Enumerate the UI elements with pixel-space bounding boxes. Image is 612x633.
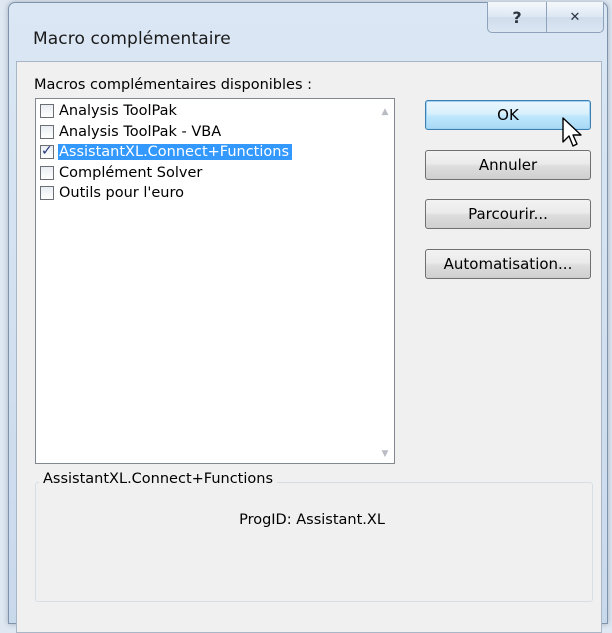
help-button[interactable]: ? [487,2,547,33]
title-bar[interactable]: Macro complémentaire ? ✕ [9,2,607,61]
list-item-label: AssistantXL.Connect+Functions [58,144,293,161]
close-icon: ✕ [569,9,581,25]
list-item-label: Analysis ToolPak [59,103,177,120]
addins-listbox[interactable]: Analysis ToolPak Analysis ToolPak - VBA ✓ A… [35,98,395,464]
list-item-label: Analysis ToolPak - VBA [59,123,222,140]
checkmark-icon: ✓ [41,143,53,160]
vertical-scrollbar[interactable]: ▲ ▼ [376,99,394,463]
dialog-client-area: Macros complémentaires disponibles : Ana… [16,61,602,633]
list-item-label: Outils pour l'euro [59,185,184,202]
browse-button[interactable]: Parcourir... [425,199,591,229]
addins-list-label: Macros complémentaires disponibles : [34,77,312,93]
addin-details-title: AssistantXL.Connect+Functions [39,471,278,487]
automation-button[interactable]: Automatisation... [425,249,591,279]
mouse-cursor-icon [562,117,582,147]
list-item[interactable]: Analysis ToolPak - VBA [38,122,374,143]
addins-items: Analysis ToolPak Analysis ToolPak - VBA ✓ A… [38,101,374,204]
addin-checkbox[interactable] [40,104,54,119]
addin-checkbox[interactable] [40,165,54,180]
addin-checkbox[interactable] [40,124,54,139]
help-icon: ? [512,7,522,27]
dialog-window: Macro complémentaire ? ✕ Macros compléme… [8,2,608,633]
addin-progid: ProgID: Assistant.XL [239,512,385,528]
addin-checkbox[interactable] [40,186,54,201]
addins-list-label-text: Macros complémentaires disponibles : [34,77,313,93]
cancel-button[interactable]: Annuler [425,150,591,180]
addin-checkbox[interactable]: ✓ [40,143,54,160]
list-item[interactable]: Complément Solver [38,163,374,184]
scroll-up-icon[interactable]: ▲ [376,103,394,121]
dialog-title: Macro complémentaire [33,29,231,49]
scroll-down-icon[interactable]: ▼ [376,445,394,463]
list-item[interactable]: ✓ AssistantXL.Connect+Functions [38,142,374,163]
list-item[interactable]: Analysis ToolPak [38,101,374,122]
close-button[interactable]: ✕ [546,2,604,33]
addin-details-group [35,482,593,602]
list-item-label: Complément Solver [59,164,203,181]
list-item[interactable]: Outils pour l'euro [38,183,374,204]
